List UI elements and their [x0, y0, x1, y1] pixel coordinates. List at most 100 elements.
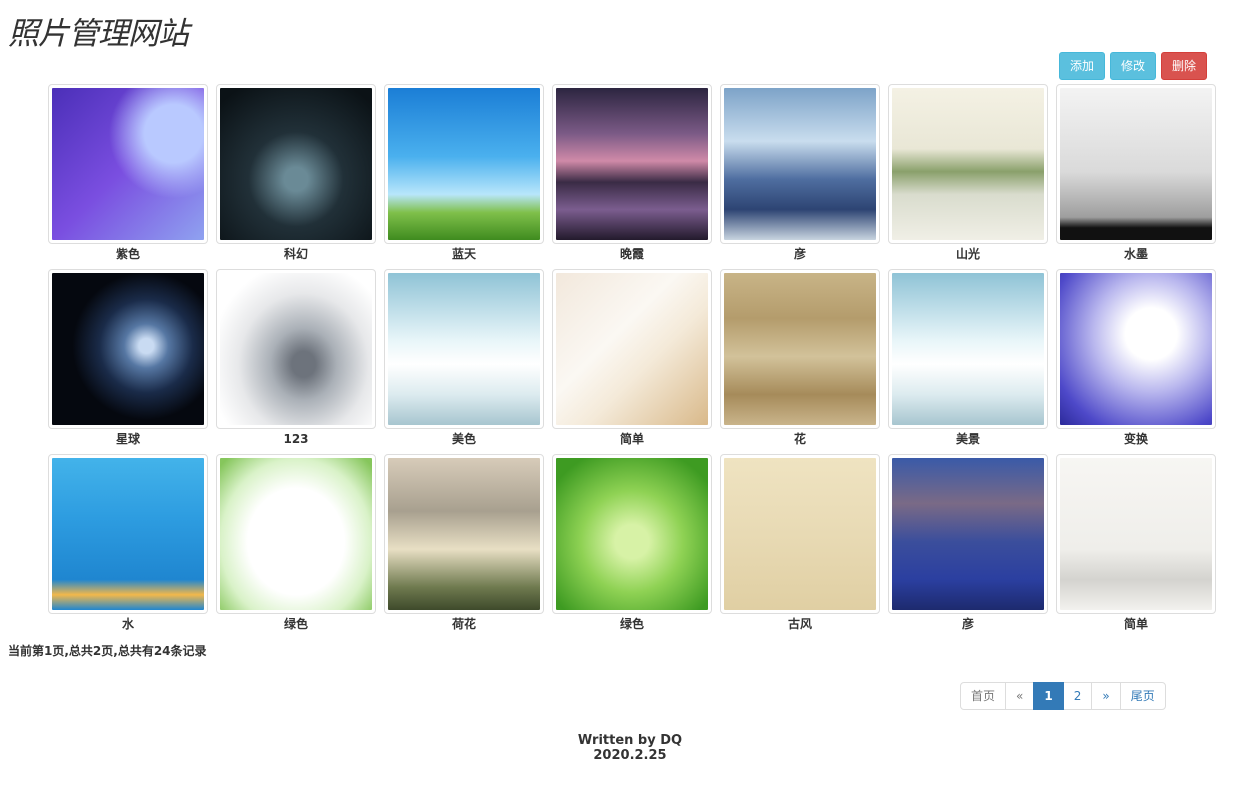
photo-card[interactable]: 古风: [716, 454, 884, 639]
photo-card[interactable]: 彦: [716, 84, 884, 269]
photo-caption: 美景: [955, 432, 980, 446]
photo-image: [892, 273, 1044, 425]
photo-caption: 绿色: [619, 617, 644, 631]
page-1-link[interactable]: 1: [1033, 682, 1064, 710]
photo-thumbnail[interactable]: [888, 454, 1048, 614]
photo-caption: 123: [283, 432, 309, 446]
photo-card[interactable]: 科幻: [212, 84, 380, 269]
photo-image: [52, 458, 204, 610]
photo-image: [556, 273, 708, 425]
photo-card[interactable]: 蓝天: [380, 84, 548, 269]
photo-image: [724, 458, 876, 610]
toolbar: 添加 修改 删除: [1058, 52, 1207, 80]
photo-card[interactable]: 彦: [884, 454, 1052, 639]
photo-thumbnail[interactable]: [720, 454, 880, 614]
photo-thumbnail[interactable]: [216, 84, 376, 244]
photo-thumbnail[interactable]: [216, 454, 376, 614]
photo-caption: 晚霞: [619, 247, 644, 261]
photo-thumbnail[interactable]: [384, 269, 544, 429]
photo-caption: 水: [121, 617, 134, 631]
photo-image: [724, 88, 876, 240]
photo-thumbnail[interactable]: [720, 269, 880, 429]
photo-image: [388, 273, 540, 425]
pagination: 首页 « 1 2 » 尾页: [960, 682, 1166, 710]
photo-image: [892, 458, 1044, 610]
photo-image: [388, 458, 540, 610]
photo-card[interactable]: 花: [716, 269, 884, 454]
photo-image: [556, 458, 708, 610]
photo-card[interactable]: 绿色: [548, 454, 716, 639]
photo-thumbnail[interactable]: [552, 84, 712, 244]
photo-image: [1060, 273, 1212, 425]
gallery-row: 紫色 科幻 蓝天 晚霞 彦 山光 水墨: [44, 84, 1220, 269]
photo-caption: 变换: [1123, 432, 1148, 446]
photo-card[interactable]: 美景: [884, 269, 1052, 454]
photo-caption: 花: [793, 432, 806, 446]
photo-caption: 山光: [955, 247, 980, 261]
photo-caption: 绿色: [283, 617, 308, 631]
photo-thumbnail[interactable]: [384, 84, 544, 244]
photo-caption: 美色: [451, 432, 476, 446]
photo-thumbnail[interactable]: [1056, 269, 1216, 429]
photo-thumbnail[interactable]: [720, 84, 880, 244]
photo-caption: 科幻: [283, 247, 308, 261]
page-status-text: 当前第1页,总共2页,总共有24条记录: [8, 644, 207, 658]
gallery-row: 水 绿色 荷花 绿色 古风 彦 简单: [44, 454, 1220, 639]
photo-image: [52, 273, 204, 425]
photo-card[interactable]: 星球: [44, 269, 212, 454]
photo-image: [1060, 458, 1212, 610]
photo-thumbnail[interactable]: [552, 454, 712, 614]
photo-card[interactable]: 绿色: [212, 454, 380, 639]
last-page-link[interactable]: 尾页: [1119, 682, 1166, 710]
photo-image: [220, 458, 372, 610]
site-title: 照片管理网站: [8, 16, 189, 52]
photo-caption: 荷花: [451, 617, 476, 631]
photo-caption: 水墨: [1123, 247, 1148, 261]
photo-image: [892, 88, 1044, 240]
delete-button[interactable]: 删除: [1160, 52, 1207, 80]
photo-thumbnail[interactable]: [216, 269, 376, 429]
footer: Written by DQ 2020.2.25: [0, 733, 1254, 763]
add-button[interactable]: 添加: [1058, 52, 1105, 80]
footer-date: 2020.2.25: [593, 748, 667, 763]
photo-thumbnail[interactable]: [48, 454, 208, 614]
photo-card[interactable]: 简单: [1052, 454, 1220, 639]
photo-card[interactable]: 荷花: [380, 454, 548, 639]
page-2-link[interactable]: 2: [1062, 682, 1093, 710]
photo-thumbnail[interactable]: [888, 269, 1048, 429]
photo-thumbnail[interactable]: [1056, 84, 1216, 244]
photo-caption: 简单: [1123, 617, 1148, 631]
footer-author: Written by DQ: [577, 733, 683, 748]
photo-thumbnail[interactable]: [48, 269, 208, 429]
photo-caption: 紫色: [115, 247, 140, 261]
photo-caption: 简单: [619, 432, 644, 446]
edit-button[interactable]: 修改: [1109, 52, 1156, 80]
photo-card[interactable]: 紫色: [44, 84, 212, 269]
photo-card[interactable]: 简单: [548, 269, 716, 454]
photo-image: [220, 273, 372, 425]
photo-caption: 星球: [115, 432, 140, 446]
photo-card[interactable]: 变换: [1052, 269, 1220, 454]
photo-image: [220, 88, 372, 240]
next-page-link[interactable]: »: [1091, 682, 1121, 710]
photo-caption: 彦: [961, 617, 974, 631]
photo-card[interactable]: 123: [212, 269, 380, 454]
photo-card[interactable]: 晚霞: [548, 84, 716, 269]
gallery-row: 星球 123 美色 简单 花 美景 变换: [44, 269, 1220, 454]
photo-caption: 古风: [787, 617, 812, 631]
photo-thumbnail[interactable]: [888, 84, 1048, 244]
photo-card[interactable]: 水: [44, 454, 212, 639]
photo-card[interactable]: 水墨: [1052, 84, 1220, 269]
photo-thumbnail[interactable]: [48, 84, 208, 244]
prev-page-link[interactable]: «: [1005, 682, 1035, 710]
photo-caption: 彦: [793, 247, 806, 261]
photo-card[interactable]: 美色: [380, 269, 548, 454]
photo-caption: 蓝天: [451, 247, 476, 261]
photo-thumbnail[interactable]: [1056, 454, 1216, 614]
photo-image: [388, 88, 540, 240]
photo-card[interactable]: 山光: [884, 84, 1052, 269]
photo-thumbnail[interactable]: [552, 269, 712, 429]
photo-image: [724, 273, 876, 425]
first-page-link[interactable]: 首页: [960, 682, 1007, 710]
photo-thumbnail[interactable]: [384, 454, 544, 614]
